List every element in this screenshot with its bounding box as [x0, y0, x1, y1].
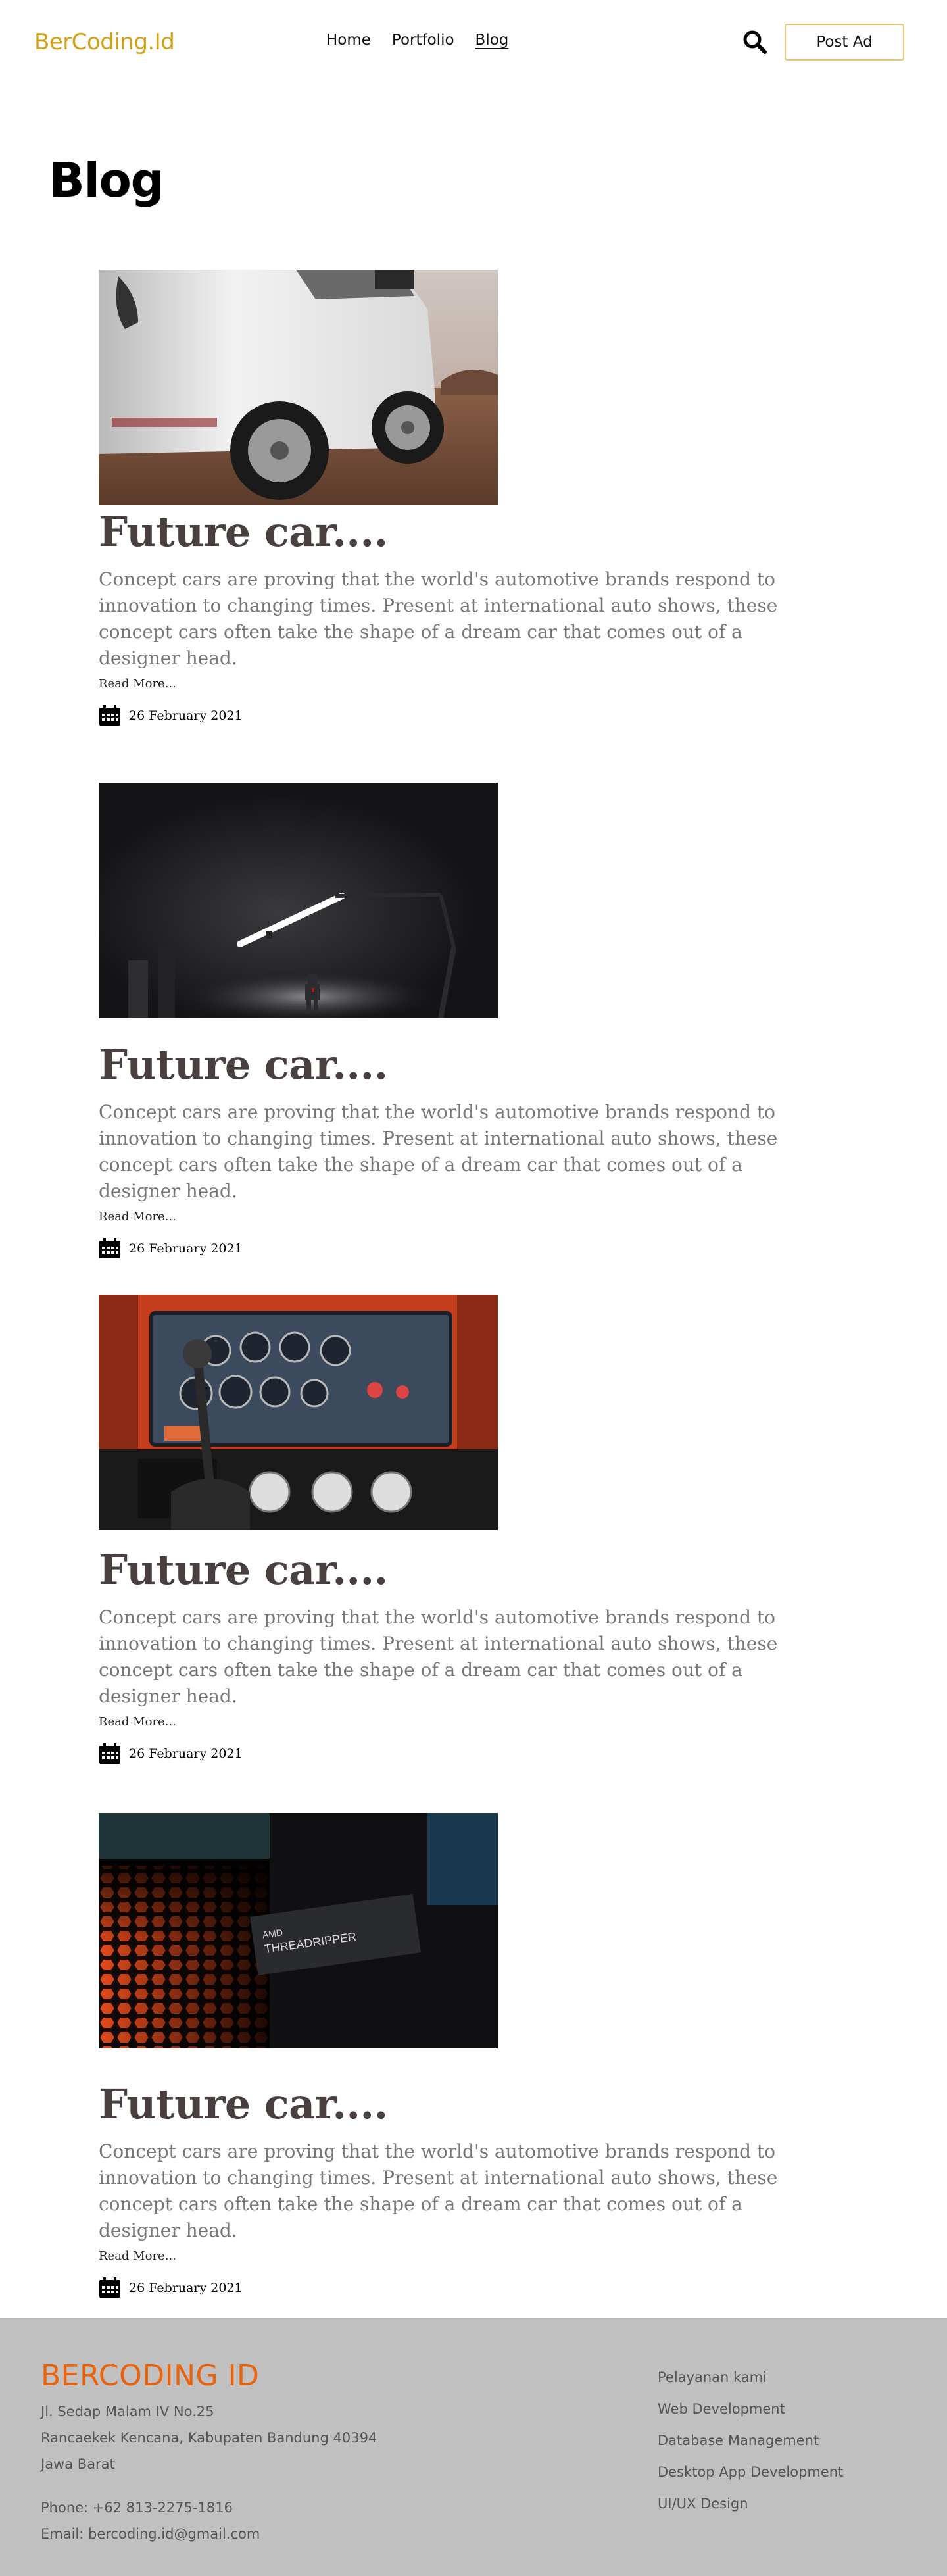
post-ad-button[interactable]: Post Ad	[785, 24, 904, 61]
calendar-icon	[99, 1743, 121, 1764]
footer-brand: BERCODING ID	[41, 2359, 260, 2392]
post-date-text: 26 February 2021	[129, 708, 243, 724]
post-date: 26 February 2021	[99, 1238, 822, 1259]
post-title[interactable]: Future car....	[99, 1548, 822, 1591]
post-date: 26 February 2021	[99, 2277, 822, 2298]
blog-post: AMD THREADRIPPER Future car.... Concept …	[99, 1813, 822, 2298]
post-excerpt: Concept cars are proving that the world'…	[99, 568, 778, 670]
footer-contact: Phone: +62 813-2275-1816 Email: bercodin…	[41, 2494, 260, 2547]
footer-service-link[interactable]: Desktop App Development	[658, 2456, 843, 2488]
read-more-link[interactable]: Read More...	[99, 1210, 822, 1224]
main-nav: Home Portfolio Blog	[326, 32, 508, 49]
post-date: 26 February 2021	[99, 1743, 822, 1764]
footer-service-link[interactable]: Web Development	[658, 2393, 843, 2425]
post-title[interactable]: Future car....	[99, 510, 822, 553]
search-icon[interactable]	[742, 29, 768, 55]
footer-phone: Phone: +62 813-2275-1816	[41, 2500, 233, 2515]
footer-service-link[interactable]: Database Management	[658, 2425, 843, 2456]
address-line: Jl. Sedap Malam IV No.25	[41, 2404, 214, 2419]
post-title[interactable]: Future car....	[99, 1043, 822, 1086]
address-line: Rancaekek Kencana, Kabupaten Bandung 403…	[41, 2430, 377, 2446]
site-footer: BERCODING ID Jl. Sedap Malam IV No.25 Ra…	[0, 2318, 947, 2576]
read-more-link[interactable]: Read More...	[99, 2249, 822, 2263]
nav-portfolio[interactable]: Portfolio	[392, 32, 454, 49]
amd-threadripper-photo[interactable]: AMD THREADRIPPER	[99, 1813, 498, 2048]
white-car-photo[interactable]	[99, 270, 498, 505]
calendar-icon	[99, 705, 121, 726]
address-line: Jawa Barat	[41, 2456, 115, 2472]
post-date-text: 26 February 2021	[129, 2281, 243, 2296]
page-title: Blog	[49, 153, 164, 208]
blog-post: Future car.... Concept cars are proving …	[99, 270, 822, 726]
post-excerpt: Concept cars are proving that the world'…	[99, 2141, 778, 2242]
blog-post: Future car.... Concept cars are proving …	[99, 1295, 822, 1764]
calendar-icon	[99, 1238, 121, 1259]
footer-address: Jl. Sedap Malam IV No.25 Rancaekek Kenca…	[41, 2398, 377, 2477]
post-excerpt: Concept cars are proving that the world'…	[99, 1101, 778, 1202]
read-more-link[interactable]: Read More...	[99, 677, 822, 691]
nav-home[interactable]: Home	[326, 32, 371, 49]
calendar-icon	[99, 2277, 121, 2298]
footer-service-link[interactable]: UI/UX Design	[658, 2488, 843, 2519]
vintage-dashboard-gauges-photo[interactable]	[99, 1295, 498, 1530]
blog-post: Future car.... Concept cars are proving …	[99, 783, 822, 1259]
post-title[interactable]: Future car....	[99, 2083, 822, 2125]
site-logo[interactable]: BerCoding.Id	[34, 29, 175, 55]
nav-blog[interactable]: Blog	[475, 32, 509, 49]
post-date-text: 26 February 2021	[129, 1746, 243, 1762]
site-header: BerCoding.Id Home Portfolio Blog Post Ad	[0, 0, 947, 84]
post-date: 26 February 2021	[99, 705, 822, 726]
desk-lamp-robot-photo[interactable]	[99, 783, 498, 1018]
footer-email[interactable]: Email: bercoding.id@gmail.com	[41, 2521, 260, 2547]
read-more-link[interactable]: Read More...	[99, 1715, 822, 1729]
footer-services-list: Pelayanan kami Web Development Database …	[658, 2362, 843, 2519]
post-excerpt: Concept cars are proving that the world'…	[99, 1606, 778, 1708]
post-date-text: 26 February 2021	[129, 1241, 243, 1256]
footer-services-heading: Pelayanan kami	[658, 2369, 767, 2385]
